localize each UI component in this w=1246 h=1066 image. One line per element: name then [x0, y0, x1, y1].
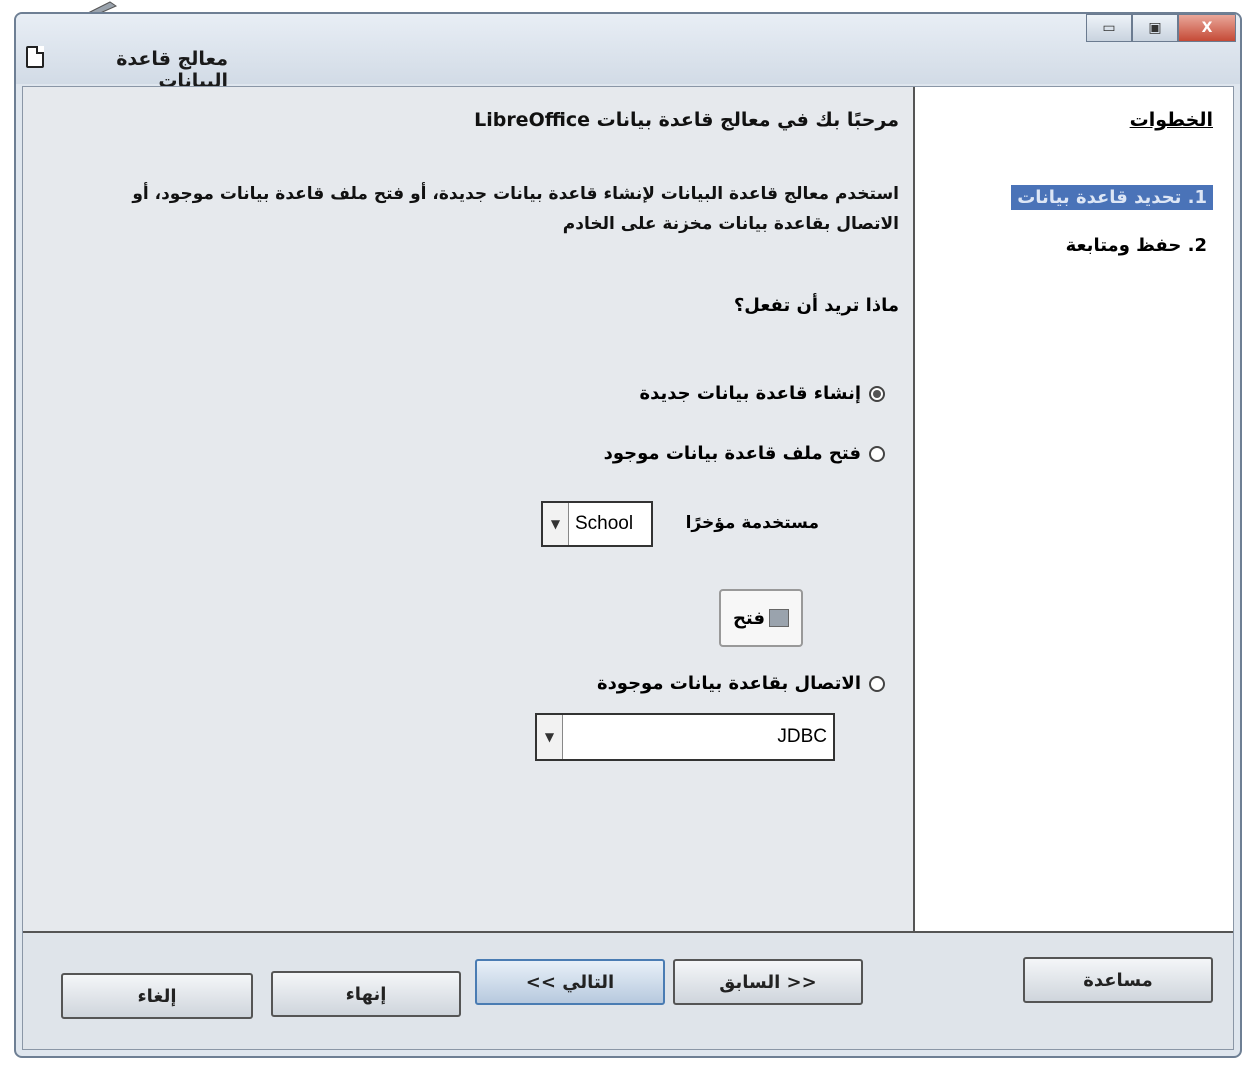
chevron-down-icon[interactable]: ▼ [543, 503, 569, 545]
title-bar: معالج قاعدة البيانات ▭ ▣ X [16, 14, 1240, 92]
question-label: ماذا تريد أن تفعل؟ [733, 295, 899, 316]
open-button[interactable]: فتح [719, 589, 803, 647]
connection-type-dropdown[interactable]: ▼ JDBC [535, 713, 835, 761]
page-title: مرحبًا بك في معالج قاعدة بيانات LibreOff… [474, 109, 899, 131]
next-button[interactable]: التالي >> [475, 959, 665, 1005]
wizard-client-area: الخطوات 1. تحديد قاعدة بيانات 2. حفظ ومت… [22, 86, 1234, 1050]
option-open-existing[interactable]: فتح ملف قاعدة بيانات موجود [604, 443, 885, 464]
finish-button[interactable]: إنهاء [271, 971, 461, 1017]
button-bar: مساعدة << السابق التالي >> إنهاء إلغاء [23, 931, 1233, 1049]
back-button[interactable]: << السابق [673, 959, 863, 1005]
recent-database-value: School [575, 513, 634, 534]
close-button[interactable]: X [1178, 14, 1236, 42]
cancel-button[interactable]: إلغاء [61, 973, 253, 1019]
option-connect-existing[interactable]: الاتصال بقاعدة بيانات موجودة [597, 673, 885, 694]
step-select-database[interactable]: 1. تحديد قاعدة بيانات [1011, 185, 1213, 210]
window-controls: ▭ ▣ X [1086, 14, 1236, 42]
database-wizard-window: معالج قاعدة البيانات ▭ ▣ X الخطوات 1. تح… [14, 12, 1242, 1058]
open-button-label: فتح [732, 607, 766, 629]
radio-connect-existing[interactable] [869, 675, 885, 692]
main-panel: مرحبًا بك في معالج قاعدة بيانات LibreOff… [23, 87, 913, 945]
help-button[interactable]: مساعدة [1023, 957, 1213, 1003]
chevron-down-icon[interactable]: ▼ [537, 715, 563, 759]
option-open-existing-label: فتح ملف قاعدة بيانات موجود [603, 443, 861, 464]
steps-title: الخطوات [1129, 109, 1213, 131]
recent-database-dropdown[interactable]: ▼ School [541, 501, 653, 547]
radio-open-existing[interactable] [869, 445, 885, 462]
folder-icon [769, 609, 790, 627]
minimize-button[interactable]: ▭ [1086, 14, 1132, 42]
recently-used-label: مستخدمة مؤخرًا [685, 513, 819, 533]
document-icon [26, 46, 44, 68]
description-text: استخدم معالج قاعدة البيانات لإنشاء قاعدة… [132, 184, 899, 234]
option-create-new-label: إنشاء قاعدة بيانات جديدة [639, 383, 862, 404]
radio-create-new[interactable] [869, 385, 885, 402]
steps-panel: الخطوات 1. تحديد قاعدة بيانات 2. حفظ ومت… [913, 87, 1233, 945]
option-connect-existing-label: الاتصال بقاعدة بيانات موجودة [596, 673, 861, 694]
connection-type-value: JDBC [777, 726, 827, 747]
maximize-button[interactable]: ▣ [1132, 14, 1178, 42]
step-save-and-proceed[interactable]: 2. حفظ ومتابعة [1060, 233, 1213, 258]
option-create-new[interactable]: إنشاء قاعدة بيانات جديدة [639, 383, 885, 404]
